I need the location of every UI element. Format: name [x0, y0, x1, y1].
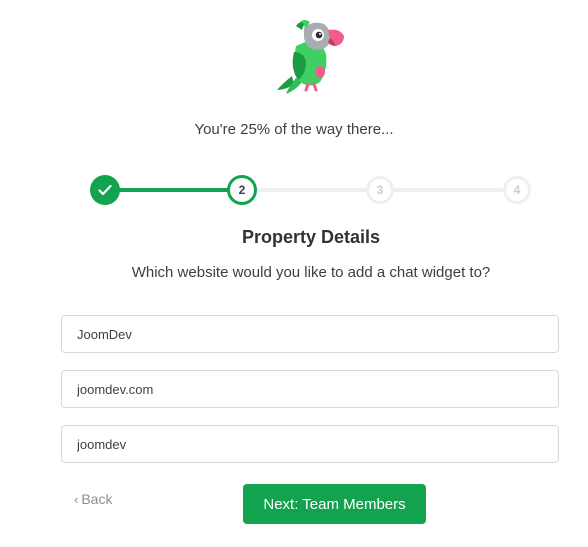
back-label: Back	[81, 491, 113, 507]
section-subtitle: Which website would you like to add a ch…	[131, 264, 491, 281]
section-title: Property Details	[241, 227, 381, 247]
back-button[interactable]: ‹ Back	[74, 491, 112, 507]
check-icon	[98, 184, 112, 196]
website-url-input[interactable]	[61, 370, 559, 408]
progress-text: You're 25% of the way there...	[194, 121, 394, 138]
progress-stepper: 2 3 4	[90, 173, 531, 205]
property-id-input[interactable]	[61, 425, 559, 463]
property-name-input[interactable]	[61, 315, 559, 353]
step-number: 4	[513, 183, 521, 197]
step-1	[90, 175, 120, 205]
step-4: 4	[503, 176, 531, 204]
next-team-members-button[interactable]: Next: Team Members	[243, 484, 426, 524]
step-number: 3	[376, 183, 384, 197]
parrot-mascot-icon	[277, 20, 344, 94]
chevron-left-icon: ‹	[74, 491, 79, 507]
onboarding-page: You're 25% of the way there... 2 3 4 Pro…	[0, 0, 588, 547]
step-2: 2	[227, 175, 257, 205]
step-3: 3	[366, 176, 394, 204]
step-number: 2	[238, 183, 246, 197]
